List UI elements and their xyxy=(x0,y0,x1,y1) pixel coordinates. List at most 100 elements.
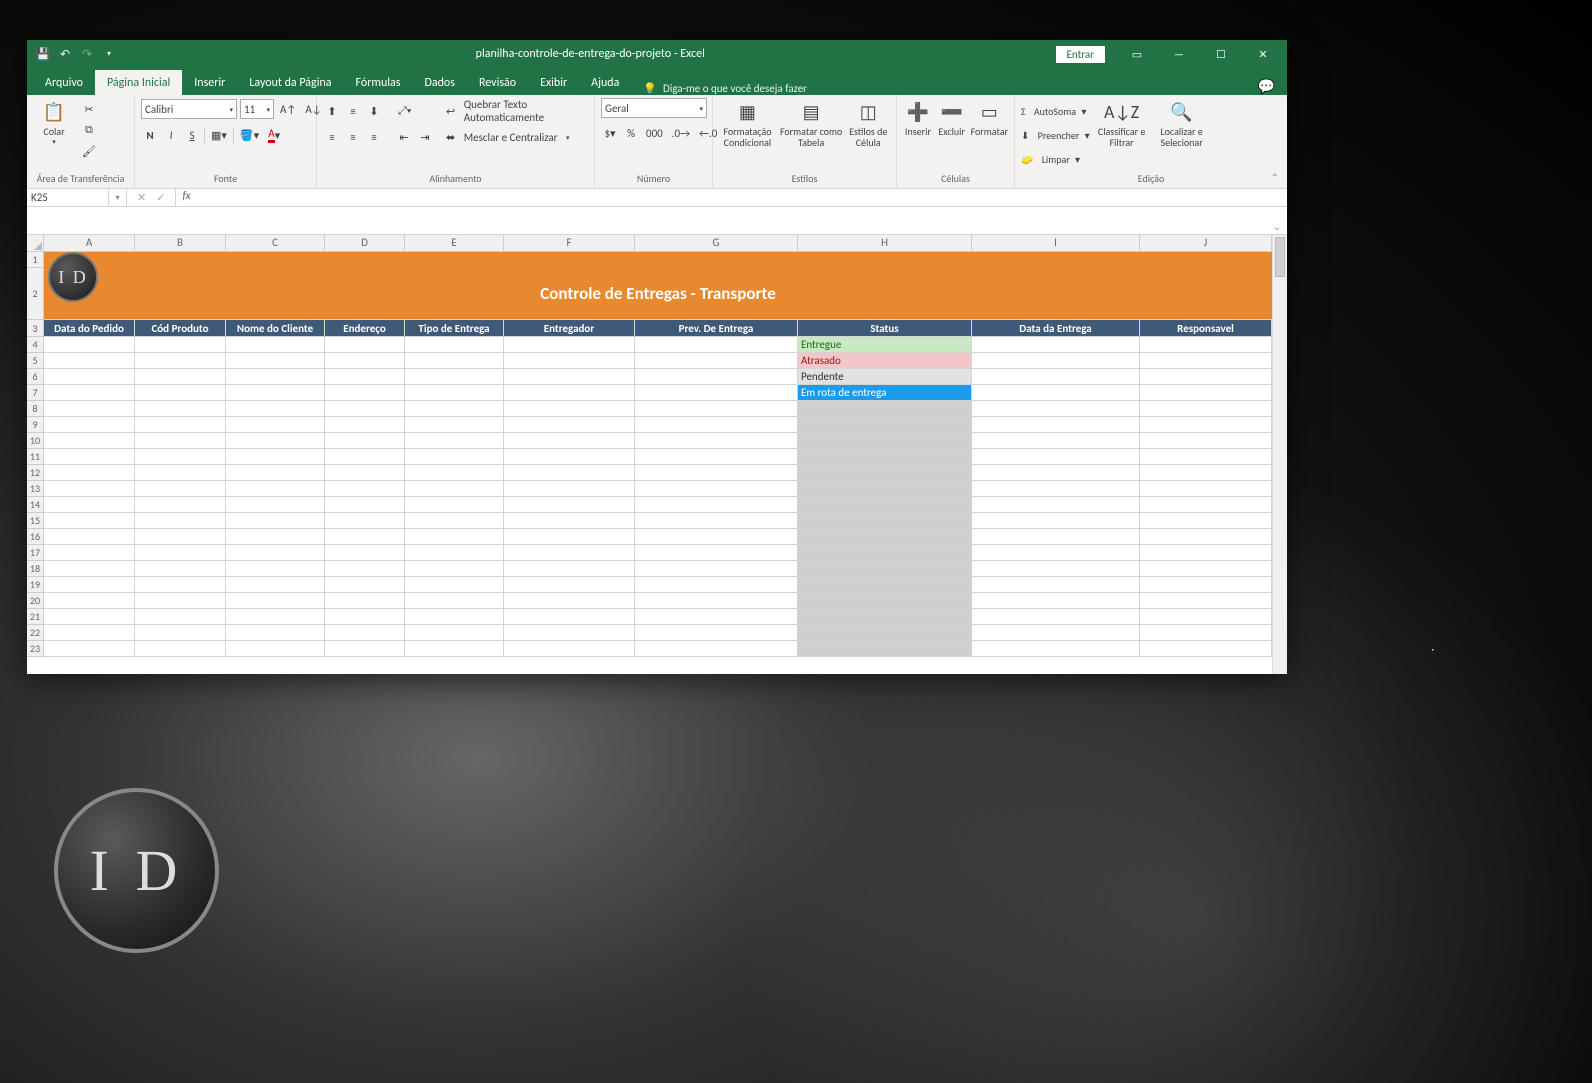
grid-cell[interactable] xyxy=(1140,641,1272,657)
grid-cell[interactable] xyxy=(1140,353,1272,369)
font-name-select[interactable]: Calibri▾ xyxy=(141,99,237,119)
grid-cell[interactable] xyxy=(635,353,798,369)
grid-cell[interactable] xyxy=(504,593,635,609)
font-color-icon[interactable]: A▾ xyxy=(265,126,283,144)
column-header[interactable]: I xyxy=(972,235,1140,252)
grid-cell[interactable] xyxy=(405,337,504,353)
grid-cell[interactable] xyxy=(44,609,135,625)
grid-cell[interactable] xyxy=(972,481,1140,497)
grid-cell[interactable] xyxy=(226,609,325,625)
grid-cell[interactable] xyxy=(44,337,135,353)
borders-icon[interactable]: ▦▾ xyxy=(208,126,230,144)
table-column-header[interactable]: Status xyxy=(798,320,972,337)
grid-cell[interactable] xyxy=(135,497,226,513)
grid-cell[interactable] xyxy=(405,577,504,593)
grid-cell[interactable] xyxy=(972,465,1140,481)
maximize-icon[interactable]: ☐ xyxy=(1201,41,1241,67)
grid-cell[interactable] xyxy=(1140,497,1272,513)
row-header[interactable]: 12 xyxy=(27,465,44,481)
grid-cell[interactable] xyxy=(1140,385,1272,401)
grid-cell[interactable] xyxy=(635,609,798,625)
grid-cell[interactable] xyxy=(1140,465,1272,481)
wrap-text-button[interactable]: ↩ Quebrar Texto Automaticamente xyxy=(446,100,588,122)
format-painter-icon[interactable]: 🖌 xyxy=(79,142,99,160)
grid-cell[interactable] xyxy=(798,641,972,657)
banner-cell[interactable] xyxy=(44,252,1272,268)
table-column-header[interactable]: Tipo de Entrega xyxy=(405,320,504,337)
grid-cell[interactable] xyxy=(972,385,1140,401)
grid-cell[interactable] xyxy=(972,625,1140,641)
grid-cell[interactable] xyxy=(1140,609,1272,625)
grid-cell[interactable] xyxy=(325,401,405,417)
grid-cell[interactable] xyxy=(325,417,405,433)
autosum-button[interactable]: Σ AutoSoma ▾ xyxy=(1021,100,1090,122)
table-column-header[interactable]: Nome do Cliente xyxy=(226,320,325,337)
grid-cell[interactable] xyxy=(635,625,798,641)
grid-cell[interactable] xyxy=(1140,593,1272,609)
grid-cell[interactable] xyxy=(972,417,1140,433)
merge-center-button[interactable]: ⬌ Mesclar e Centralizar ▾ xyxy=(446,126,588,148)
column-header[interactable]: J xyxy=(1140,235,1272,252)
grid-cell[interactable] xyxy=(798,417,972,433)
align-bottom-icon[interactable]: ⬇ xyxy=(365,102,383,120)
row-header[interactable]: 23 xyxy=(27,641,44,657)
grid-cell[interactable] xyxy=(405,513,504,529)
grid-cell[interactable] xyxy=(226,401,325,417)
grid-cell[interactable] xyxy=(504,625,635,641)
tab-file[interactable]: Arquivo xyxy=(33,70,95,95)
grid-cell[interactable] xyxy=(44,529,135,545)
grid-cell[interactable] xyxy=(226,417,325,433)
row-header[interactable]: 10 xyxy=(27,433,44,449)
vertical-scrollbar[interactable] xyxy=(1272,235,1287,674)
grid-cell[interactable] xyxy=(635,513,798,529)
grid-cell[interactable] xyxy=(635,369,798,385)
grid-cell[interactable] xyxy=(44,353,135,369)
grid-cell[interactable] xyxy=(44,593,135,609)
grid-cell[interactable] xyxy=(135,401,226,417)
font-size-select[interactable]: 11▾ xyxy=(240,99,274,119)
fill-color-icon[interactable]: 🪣▾ xyxy=(237,126,262,144)
row-header[interactable]: 17 xyxy=(27,545,44,561)
name-box[interactable]: K25 xyxy=(27,189,109,206)
comments-icon[interactable]: 💬 xyxy=(1258,78,1275,95)
number-format-select[interactable]: Geral▾ xyxy=(601,98,707,118)
sign-in-button[interactable]: Entrar xyxy=(1056,46,1105,63)
underline-button[interactable]: S xyxy=(183,126,201,144)
grid-cell[interactable] xyxy=(504,561,635,577)
grid-cell[interactable] xyxy=(405,481,504,497)
grid-cell[interactable] xyxy=(798,625,972,641)
grid-cell[interactable] xyxy=(405,417,504,433)
grid-cell[interactable] xyxy=(44,497,135,513)
row-header[interactable]: 16 xyxy=(27,529,44,545)
grid-cell[interactable] xyxy=(1140,433,1272,449)
row-header[interactable]: 11 xyxy=(27,449,44,465)
align-left-icon[interactable]: ≡ xyxy=(323,128,341,146)
grid-cell[interactable] xyxy=(798,449,972,465)
grid-cell[interactable] xyxy=(635,337,798,353)
row-header[interactable]: 6 xyxy=(27,369,44,385)
grid-cell[interactable] xyxy=(504,385,635,401)
grid-cell[interactable] xyxy=(798,545,972,561)
grid-cell[interactable] xyxy=(44,369,135,385)
grid-cell[interactable] xyxy=(325,641,405,657)
grid-cell[interactable] xyxy=(135,385,226,401)
row-header[interactable]: 3 xyxy=(27,320,44,337)
grid-cell[interactable] xyxy=(405,433,504,449)
grid-cell[interactable] xyxy=(972,369,1140,385)
table-column-header[interactable]: Entregador xyxy=(504,320,635,337)
grid-cell[interactable] xyxy=(135,609,226,625)
grid-cell[interactable] xyxy=(798,497,972,513)
grid-cell[interactable] xyxy=(44,449,135,465)
row-header[interactable]: 5 xyxy=(27,353,44,369)
grid-cell[interactable] xyxy=(405,529,504,545)
grid-cell[interactable] xyxy=(44,545,135,561)
tab-formulas[interactable]: Fórmulas xyxy=(344,70,413,95)
grid-cell[interactable] xyxy=(972,593,1140,609)
grid-cell[interactable] xyxy=(972,497,1140,513)
grid-cell[interactable] xyxy=(972,529,1140,545)
percent-icon[interactable]: % xyxy=(622,124,640,142)
grid-cell[interactable] xyxy=(405,497,504,513)
grid-cell[interactable] xyxy=(325,545,405,561)
grid-cell[interactable] xyxy=(798,577,972,593)
grid-cell[interactable] xyxy=(44,465,135,481)
